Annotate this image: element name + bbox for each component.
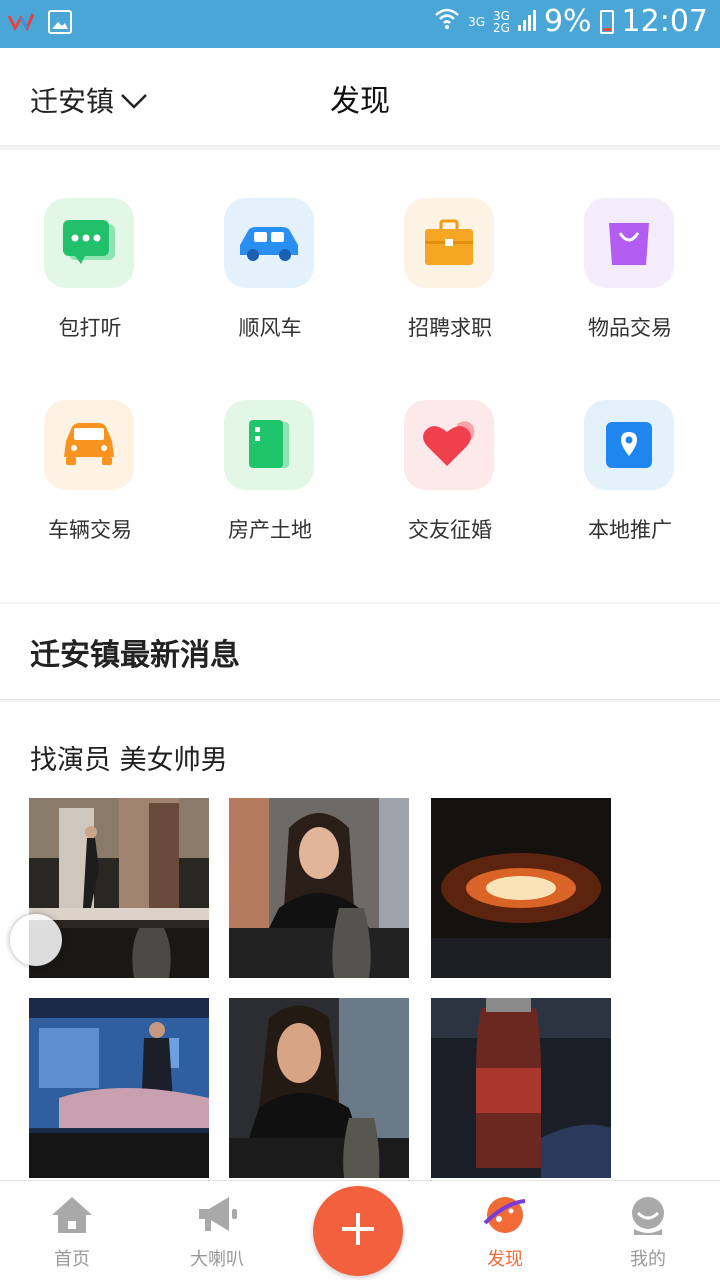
chat-bubble-icon xyxy=(44,198,134,288)
building-icon xyxy=(224,400,314,490)
category-fang-chan-tu-di[interactable]: 房产土地 xyxy=(180,352,360,552)
plus-icon xyxy=(338,1209,378,1253)
category-zhao-pin[interactable]: 招聘求职 xyxy=(360,150,540,350)
tab-megaphone[interactable]: 大喇叭 xyxy=(167,1193,267,1277)
category-bao-da-ting[interactable]: 包打听 xyxy=(0,150,180,350)
briefcase-icon xyxy=(404,198,494,288)
gallery-icon xyxy=(48,10,72,38)
page-title: 发现 xyxy=(330,84,390,119)
car-icon xyxy=(224,198,314,288)
category-wu-pin-jiao-yi[interactable]: 物品交易 xyxy=(540,150,720,350)
tab-home[interactable]: 首页 xyxy=(22,1193,122,1277)
tab-discover[interactable]: 发现 xyxy=(455,1193,555,1277)
post-image[interactable] xyxy=(29,998,209,1178)
network-type-1: 3G xyxy=(468,14,485,29)
post-image[interactable] xyxy=(229,798,409,978)
category-jiao-you[interactable]: 交友征婚 xyxy=(360,352,540,552)
shopping-bag-icon xyxy=(584,198,674,288)
post-title: 找演员 美女帅男 xyxy=(30,745,228,776)
tab-label: 大喇叭 xyxy=(190,1249,244,1270)
tab-label: 我的 xyxy=(630,1249,666,1270)
profile-icon xyxy=(598,1193,698,1237)
category-label: 招聘求职 xyxy=(408,316,492,340)
heart-icon xyxy=(404,400,494,490)
post-image[interactable] xyxy=(431,998,611,1178)
car-icon xyxy=(44,400,134,490)
category-label: 房产土地 xyxy=(228,518,312,542)
category-shun-feng-che[interactable]: 顺风车 xyxy=(180,150,360,350)
app-logo-icon xyxy=(7,12,35,36)
news-heading: 迁安镇最新消息 xyxy=(30,638,240,673)
category-label: 本地推广 xyxy=(588,518,672,542)
clock: 12:07 xyxy=(621,4,708,39)
signal-icon xyxy=(517,4,536,39)
category-che-liang-jiao-yi[interactable]: 车辆交易 xyxy=(0,352,180,552)
tab-label: 发现 xyxy=(487,1249,523,1270)
home-icon xyxy=(22,1193,122,1237)
post-image[interactable] xyxy=(431,798,611,978)
category-ben-di-tui-guang[interactable]: 本地推广 xyxy=(540,352,720,552)
category-label: 交友征婚 xyxy=(408,518,492,542)
status-bar: 3G 3G 2G 9% 12:07 xyxy=(0,0,720,48)
tab-label: 首页 xyxy=(54,1249,90,1270)
category-grid: 包打听 顺风车 招聘求职 物品交易 车辆交易 房产土地 交友征婚 本地推广 xyxy=(0,150,720,602)
wifi-icon xyxy=(434,4,460,39)
floating-assist-button[interactable] xyxy=(10,914,62,966)
add-post-button[interactable] xyxy=(313,1186,403,1276)
battery-percent: 9% xyxy=(543,4,592,39)
network-type-2: 3G 2G xyxy=(493,8,510,35)
tab-profile[interactable]: 我的 xyxy=(598,1193,698,1277)
megaphone-icon xyxy=(167,1193,267,1237)
battery-icon xyxy=(599,9,614,34)
top-header: 迁安镇 发现 xyxy=(0,48,720,146)
news-post[interactable]: 找演员 美女帅男 xyxy=(0,702,720,1180)
planet-icon xyxy=(455,1193,555,1237)
location-pin-icon xyxy=(584,400,674,490)
category-label: 包打听 xyxy=(58,316,122,340)
category-label: 车辆交易 xyxy=(48,518,132,542)
post-image[interactable] xyxy=(229,998,409,1178)
news-section-header: 迁安镇最新消息 xyxy=(0,604,720,700)
category-label: 物品交易 xyxy=(588,316,672,340)
category-label: 顺风车 xyxy=(238,316,302,340)
